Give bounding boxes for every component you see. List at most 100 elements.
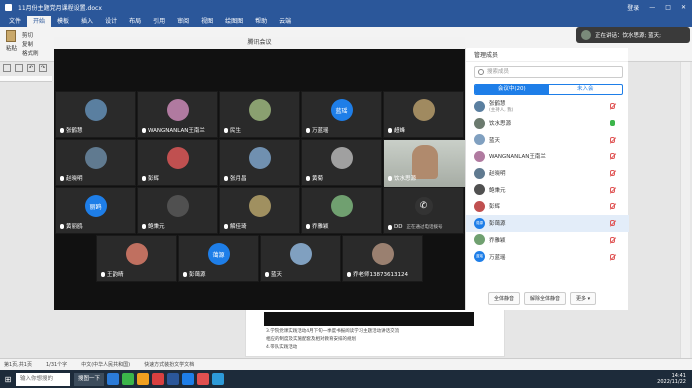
member-name: 乔雅颖 xyxy=(489,237,506,244)
more-button[interactable]: 更多 ▾ xyxy=(570,291,597,305)
mic-off-icon[interactable] xyxy=(610,203,615,210)
taskbar-search[interactable]: 输入你想搜的 xyxy=(16,372,70,386)
mic-off-icon[interactable] xyxy=(610,253,615,260)
mic-off-icon[interactable] xyxy=(610,236,615,243)
video-tile[interactable]: 蔼源 彭蔼源 xyxy=(178,235,259,282)
taskbar-app-icon[interactable] xyxy=(197,373,210,385)
video-tile[interactable]: 乔雅颖 xyxy=(301,187,382,234)
video-tile[interactable]: 赵晓明 xyxy=(55,139,136,186)
member-row[interactable]: 鲍秉元 xyxy=(466,181,629,198)
mic-icon xyxy=(60,127,64,133)
member-row[interactable]: 蓝天 xyxy=(466,131,629,148)
vertical-scrollbar[interactable] xyxy=(680,62,690,358)
video-tile[interactable]: 蓝天 xyxy=(260,235,341,282)
tab-not-joined[interactable]: 未入会 xyxy=(549,85,623,94)
tab-layout[interactable]: 布局 xyxy=(123,16,147,27)
start-icon[interactable]: ⊞ xyxy=(0,370,16,388)
quick-access-toolbar: ↶ ↷ xyxy=(3,64,47,72)
video-tile[interactable]: 王韵晴 xyxy=(96,235,177,282)
tab-help[interactable]: 帮助 xyxy=(249,16,273,27)
taskbar-app-icon[interactable] xyxy=(152,373,165,385)
member-row[interactable]: 蓝瑶 万蓝瑶 xyxy=(466,248,629,265)
mic-off-icon[interactable] xyxy=(610,136,615,143)
tab-design[interactable]: 设计 xyxy=(99,16,123,27)
tab-home[interactable]: 开始 xyxy=(27,16,52,27)
mic-on-icon[interactable] xyxy=(610,120,615,127)
tab-file[interactable]: 文件 xyxy=(3,16,27,27)
taskbar-app-icon[interactable] xyxy=(182,373,195,385)
word-count[interactable]: 1/31个字 xyxy=(46,361,67,368)
tab-in-meeting[interactable]: 会议中(20) xyxy=(475,85,549,94)
maximize-button[interactable]: □ xyxy=(665,4,671,11)
tab-draw[interactable]: 绘图图 xyxy=(219,16,249,27)
taskbar-app-icon[interactable] xyxy=(167,373,180,385)
tab-review[interactable]: 审阅 xyxy=(171,16,195,27)
new-doc-icon[interactable] xyxy=(3,64,11,72)
video-tile[interactable]: 鲍秉元 xyxy=(137,187,218,234)
video-tile[interactable]: 丽鸥 黄丽鸥 xyxy=(55,187,136,234)
video-tile[interactable]: WANGNANLAN王南兰 xyxy=(137,91,218,138)
mic-off-icon[interactable] xyxy=(610,170,615,177)
video-tile[interactable]: ✆ 正在通过电话拨号 DD xyxy=(383,187,464,234)
video-tile[interactable]: 黄菊 xyxy=(301,139,382,186)
mic-off-icon[interactable] xyxy=(610,153,615,160)
taskbar-app-icon[interactable] xyxy=(137,373,150,385)
taskbar-app-icon[interactable] xyxy=(107,373,120,385)
tile-name: 黄丽鸥 xyxy=(60,222,83,230)
participant-avatar xyxy=(289,243,312,265)
participant-name: WANGNANLAN王南兰 xyxy=(148,128,205,134)
taskbar-app-icon[interactable] xyxy=(212,373,225,385)
minimize-button[interactable]: — xyxy=(649,4,655,11)
video-tile[interactable]: 张月昌 xyxy=(219,139,300,186)
participant-name: 赵晓明 xyxy=(66,176,83,182)
doc-line: 3.学院党课实践活动4月下旬一季度书报阅读学习主题活动讲话交流 xyxy=(266,329,400,334)
paste-button[interactable]: 粘贴 xyxy=(6,44,17,52)
tab-references[interactable]: 引用 xyxy=(147,16,171,27)
video-tile[interactable]: 张鹤慧 xyxy=(55,91,136,138)
participant-name: 饮水思源 xyxy=(394,176,417,182)
undo-icon[interactable]: ↶ xyxy=(27,64,35,72)
tab-insert[interactable]: 插入 xyxy=(75,16,99,27)
video-tile[interactable]: 乔老师13873613124 xyxy=(342,235,423,282)
video-tile[interactable]: 饮水思源 xyxy=(383,139,465,187)
mic-off-icon[interactable] xyxy=(610,220,615,227)
member-row[interactable]: 饮水思源 xyxy=(466,115,629,132)
video-tile[interactable]: 超峰 xyxy=(383,91,464,138)
mute-all-button[interactable]: 全体静音 xyxy=(488,291,521,305)
unmute-all-button[interactable]: 解除全体静音 xyxy=(524,291,567,305)
redo-icon[interactable]: ↷ xyxy=(39,64,47,72)
document-page[interactable]: 3.学院党课实践活动4月下旬一季度书报阅读学习主题活动讲话交流 相应的制度及实施… xyxy=(245,309,505,357)
page-count[interactable]: 第1页,共1页 xyxy=(4,361,32,368)
accessibility[interactable]: 快速方式装扮文学文档 xyxy=(144,361,194,368)
member-row[interactable]: 彭辉 xyxy=(466,198,629,215)
member-row[interactable]: 张鹤慧 (主持人, 我) xyxy=(466,98,629,115)
search-image-button[interactable]: 搜图一下 xyxy=(74,372,105,386)
tab-template[interactable]: 模板 xyxy=(51,16,75,27)
format-painter-button[interactable]: 格式刷 xyxy=(22,49,39,57)
paste-icon[interactable] xyxy=(6,30,16,42)
member-row[interactable]: 蔼源 彭蔼源 xyxy=(466,214,629,232)
member-row[interactable]: 赵晓明 xyxy=(466,165,629,182)
video-tile[interactable]: 民生 xyxy=(219,91,300,138)
participant-avatar xyxy=(412,99,435,121)
video-tile[interactable]: 解佳琦 xyxy=(219,187,300,234)
member-name-block: 万蓝瑶 xyxy=(489,253,506,261)
video-tile[interactable]: 蓝瑶 万蓝瑶 xyxy=(301,91,382,138)
tab-view[interactable]: 视图 xyxy=(195,16,219,27)
video-tile[interactable]: 彭辉 xyxy=(137,139,218,186)
taskbar-app-icon[interactable] xyxy=(122,373,135,385)
participant-name: 超峰 xyxy=(394,128,406,134)
copy-button[interactable]: 复制 xyxy=(22,40,33,48)
member-row[interactable]: WANGNANLAN王南兰 xyxy=(466,148,629,165)
mic-off-icon[interactable] xyxy=(610,186,615,193)
cut-button[interactable]: 剪切 xyxy=(22,31,33,39)
login-button[interactable]: 登录 xyxy=(627,3,639,12)
member-search-input[interactable]: 搜索成员 xyxy=(474,66,623,78)
member-row[interactable]: 乔雅颖 xyxy=(466,232,629,249)
tab-cloud[interactable]: 云端 xyxy=(273,16,297,27)
language[interactable]: 中文(中华人民共和国) xyxy=(81,361,130,368)
save-icon[interactable] xyxy=(15,64,23,72)
meeting-window: 腾讯会议 张鹤慧 WANGNANLAN王南兰 民生 蓝瑶 万蓝瑶 超峰 赵晓明 彭辉 张月昌 黄菊… xyxy=(54,37,465,310)
close-button[interactable]: ✕ xyxy=(681,4,686,11)
mic-off-icon[interactable] xyxy=(610,103,615,110)
